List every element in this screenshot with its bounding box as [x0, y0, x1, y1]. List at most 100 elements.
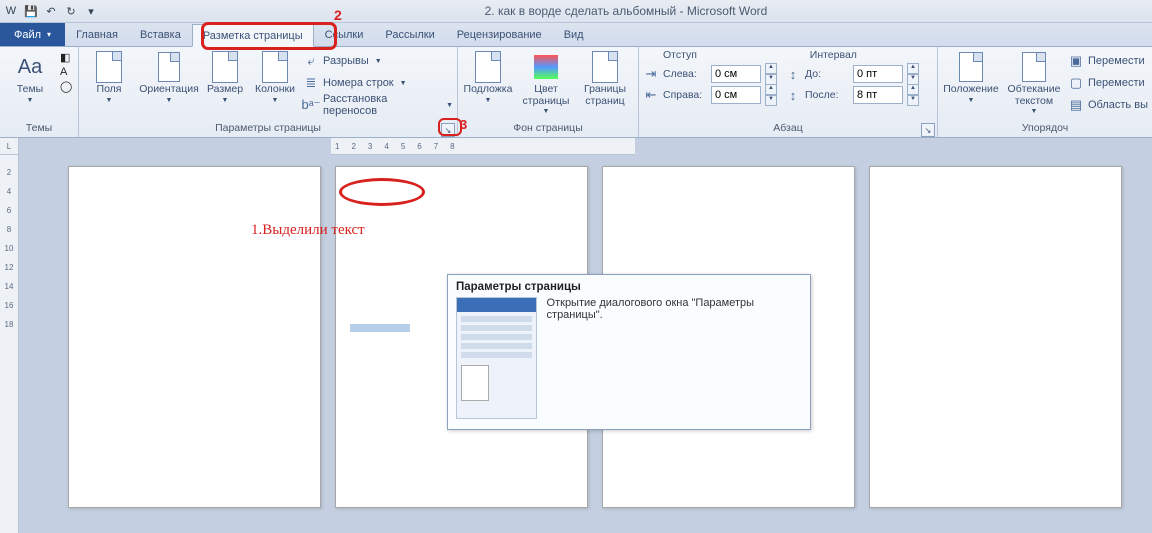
tab-review[interactable]: Рецензирование: [446, 23, 553, 46]
breaks-icon: ⤶: [303, 53, 319, 69]
chevron-down-icon: ▼: [400, 80, 407, 87]
horizontal-ruler[interactable]: 1 2 3 4 5 6 7 8: [331, 138, 635, 155]
size-button[interactable]: Размер ▼: [203, 49, 247, 104]
group-label: Абзац ↘: [643, 122, 933, 137]
document-workspace: L 1 2 3 4 5 6 7 8 2 4 6 8 10 12 14 16 18…: [0, 138, 1152, 533]
group-label: Упорядоч: [942, 122, 1148, 137]
orientation-icon: [153, 51, 185, 83]
theme-colors-icon[interactable]: ◧: [60, 51, 74, 64]
chevron-down-icon: ▼: [543, 108, 550, 115]
watermark-button[interactable]: Подложка ▼: [462, 49, 514, 104]
indent-left-input[interactable]: [711, 65, 761, 83]
breaks-button[interactable]: ⤶ Разрывы ▼: [303, 51, 453, 71]
quick-access-toolbar: W 💾 ↶ ↻ ▾: [0, 2, 100, 20]
themes-icon: Aa: [14, 51, 46, 83]
text-wrap-icon: [1018, 51, 1050, 83]
chevron-down-icon: ▼: [27, 97, 34, 104]
group-page-setup: Поля ▼ Ориентация ▼ Размер ▼ Колонки ▼ ⤶: [79, 47, 458, 137]
indent-right-icon: ⇤: [643, 87, 659, 103]
chevron-down-icon: ▼: [375, 58, 382, 65]
columns-icon: [259, 51, 291, 83]
tab-mailings[interactable]: Рассылки: [374, 23, 445, 46]
spin-down[interactable]: ▼: [907, 95, 919, 106]
spacing-after-row: ↕ После: ▲▼: [785, 85, 919, 105]
ribbon-tabs: Файл▾ Главная Вставка Разметка страницы …: [0, 23, 1152, 47]
undo-icon[interactable]: ↶: [42, 2, 60, 20]
spacing-heading: Интервал: [790, 49, 933, 63]
group-label: Фон страницы: [462, 122, 634, 137]
chevron-down-icon: ▾: [47, 30, 51, 39]
annotation-number-2: 2: [334, 7, 342, 23]
save-icon[interactable]: 💾: [22, 2, 40, 20]
spin-up[interactable]: ▲: [907, 84, 919, 95]
page-color-icon: [530, 51, 562, 83]
columns-button[interactable]: Колонки ▼: [251, 49, 299, 104]
hyphenation-button[interactable]: bᵃ⁻ Расстановка переносов ▼: [303, 95, 453, 115]
spin-up[interactable]: ▲: [907, 63, 919, 74]
indent-right-input[interactable]: [711, 86, 761, 104]
tab-view[interactable]: Вид: [553, 23, 595, 46]
text-wrap-button[interactable]: Обтекание текстом ▼: [1004, 49, 1064, 115]
indent-heading: Отступ: [643, 49, 790, 63]
redo-icon[interactable]: ↻: [62, 2, 80, 20]
tab-home[interactable]: Главная: [65, 23, 129, 46]
spin-down[interactable]: ▼: [765, 95, 777, 106]
spacing-before-input[interactable]: [853, 65, 903, 83]
word-app-icon[interactable]: W: [2, 2, 20, 20]
group-arrange: Положение ▼ Обтекание текстом ▼ ▣Перемес…: [938, 47, 1152, 137]
page-setup-dialog-launcher[interactable]: ↘: [441, 123, 455, 137]
chevron-down-icon: ▼: [106, 97, 113, 104]
qat-customize-icon[interactable]: ▾: [82, 2, 100, 20]
tab-insert[interactable]: Вставка: [129, 23, 192, 46]
spin-up[interactable]: ▲: [765, 84, 777, 95]
selection-pane-icon: ▤: [1068, 97, 1084, 113]
document-page[interactable]: [68, 166, 321, 508]
chevron-down-icon: ▼: [1031, 108, 1038, 115]
spin-up[interactable]: ▲: [765, 63, 777, 74]
tab-page-layout[interactable]: Разметка страницы: [192, 24, 314, 47]
send-backward-button[interactable]: ▢Перемести: [1068, 73, 1148, 93]
chevron-down-icon: ▼: [166, 97, 173, 104]
theme-fonts-icon[interactable]: A: [60, 66, 74, 78]
spacing-after-icon: ↕: [785, 88, 801, 103]
tooltip-preview-thumbnail: [456, 297, 537, 419]
page-color-button[interactable]: Цвет страницы ▼: [518, 49, 574, 115]
group-page-background: Подложка ▼ Цвет страницы ▼ Границы стран…: [458, 47, 639, 137]
bring-forward-icon: ▣: [1068, 53, 1084, 69]
position-button[interactable]: Положение ▼: [942, 49, 1000, 104]
line-numbers-button[interactable]: ≣ Номера строк ▼: [303, 73, 453, 93]
ruler-corner[interactable]: L: [0, 138, 19, 155]
chevron-down-icon: ▼: [272, 97, 279, 104]
watermark-icon: [472, 51, 504, 83]
document-page[interactable]: [869, 166, 1122, 508]
tab-file[interactable]: Файл▾: [0, 23, 65, 46]
indent-left-icon: ⇥: [643, 66, 659, 82]
vertical-ruler[interactable]: 2 4 6 8 10 12 14 16 18: [0, 138, 19, 533]
page-borders-button[interactable]: Границы страниц: [578, 49, 632, 107]
selection-pane-button[interactable]: ▤Область вы: [1068, 95, 1148, 115]
spacing-before-icon: ↕: [785, 67, 801, 82]
window-title: 2. как в ворде сделать альбомный - Micro…: [100, 4, 1152, 18]
group-paragraph: Отступ Интервал ⇥ Слева: ▲▼ ↕ До: ▲▼: [639, 47, 938, 137]
tooltip-description: Открытие диалогового окна "Параметры стр…: [547, 297, 802, 419]
chevron-down-icon: ▼: [968, 97, 975, 104]
annotation-number-3: 3: [460, 117, 467, 132]
chevron-down-icon: ▼: [446, 102, 453, 109]
spacing-before-row: ↕ До: ▲▼: [785, 64, 919, 84]
tooltip-title: Параметры страницы: [456, 281, 802, 293]
annotation-label-step1: 1.Выделили текст: [251, 222, 365, 239]
spacing-after-input[interactable]: [853, 86, 903, 104]
themes-button[interactable]: Aa Темы ▼: [4, 49, 56, 104]
margins-icon: [93, 51, 125, 83]
orientation-button[interactable]: Ориентация ▼: [139, 49, 199, 104]
title-bar: W 💾 ↶ ↻ ▾ 2. как в ворде сделать альбомн…: [0, 0, 1152, 23]
margins-button[interactable]: Поля ▼: [83, 49, 135, 104]
group-themes: Aa Темы ▼ ◧ A ◯ Темы: [0, 47, 79, 137]
paragraph-dialog-launcher[interactable]: ↘: [921, 123, 935, 137]
ribbon: Aa Темы ▼ ◧ A ◯ Темы Поля ▼ Ориентация: [0, 47, 1152, 138]
theme-effects-icon[interactable]: ◯: [60, 80, 74, 93]
tab-references[interactable]: Ссылки: [314, 23, 375, 46]
bring-forward-button[interactable]: ▣Перемести: [1068, 51, 1148, 71]
size-icon: [209, 51, 241, 83]
group-label: Темы: [4, 122, 74, 137]
